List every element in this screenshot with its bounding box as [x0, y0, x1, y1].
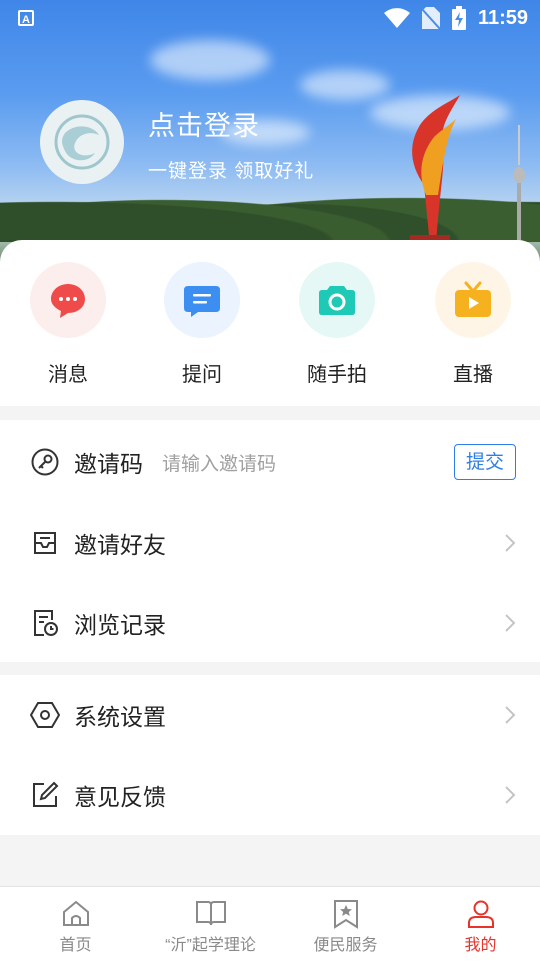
tv-tower-image [513, 125, 525, 245]
chevron-right-icon [505, 614, 516, 632]
chevron-right-icon [505, 706, 516, 724]
quick-actions-card: 消息 提问 随手拍 直播 [0, 240, 540, 406]
key-icon [31, 448, 59, 476]
invite-code-input[interactable]: 请输入邀请码 [162, 449, 276, 476]
tv-icon [455, 281, 491, 317]
tab-label: 我的 [464, 937, 497, 954]
menu-item-label: 邀请好友 [74, 532, 166, 558]
question-icon [184, 286, 220, 317]
login-title[interactable]: 点击登录 [148, 104, 260, 143]
book-icon [195, 901, 226, 926]
no-sim-icon [421, 7, 440, 29]
battery-charging-icon [451, 6, 466, 30]
inbox-icon [34, 532, 56, 554]
profile-header: A 11:59 点击登录 一键登录 领取好礼 [0, 0, 540, 270]
app-notification-icon: A [18, 10, 34, 26]
chevron-right-icon [505, 534, 516, 552]
clock: 11:59 [477, 6, 528, 29]
menu-item-invite-friends[interactable]: 邀请好友 [0, 503, 540, 583]
message-icon [51, 284, 85, 318]
edit-icon [33, 781, 59, 807]
tab-label: 首页 [59, 937, 92, 954]
history-icon [34, 610, 58, 636]
app-logo-icon [54, 114, 110, 170]
menu-item-label: 意见反馈 [74, 784, 166, 810]
chevron-right-icon [505, 786, 516, 804]
status-bar: A 11:59 [0, 0, 540, 36]
bottom-tab-bar: 首页 “沂”起学理论 便民服务 我的 [0, 886, 540, 961]
menu-item-label: 系统设置 [74, 704, 166, 730]
phoenix-sculpture-image [410, 95, 460, 245]
invite-code-label: 邀请码 [74, 451, 143, 477]
login-subtitle[interactable]: 一键登录 领取好礼 [148, 156, 314, 183]
avatar[interactable] [40, 100, 124, 184]
quick-action-label: 直播 [453, 364, 493, 386]
menu-item-settings[interactable]: 系统设置 [0, 675, 540, 755]
quick-action-ask[interactable]: 提问 [142, 262, 262, 387]
quick-action-label: 随手拍 [307, 364, 367, 386]
tab-me[interactable]: 我的 [413, 887, 540, 961]
account-section: 邀请码 请输入邀请码 提交 邀请好友 浏览记录 [0, 420, 540, 662]
menu-item-label: 浏览记录 [74, 612, 166, 638]
quick-action-live[interactable]: 直播 [413, 262, 533, 387]
user-icon [467, 900, 494, 928]
tab-services[interactable]: 便民服务 [278, 887, 413, 961]
quick-action-label: 提问 [182, 364, 222, 386]
menu-item-history[interactable]: 浏览记录 [0, 583, 540, 663]
tab-label: “沂”起学理论 [165, 937, 256, 954]
submit-button[interactable]: 提交 [454, 444, 516, 480]
menu-item-feedback[interactable]: 意见反馈 [0, 755, 540, 835]
wifi-icon [383, 8, 410, 28]
invite-code-row: 邀请码 请输入邀请码 提交 [0, 422, 540, 502]
tab-label: 便民服务 [313, 937, 378, 954]
home-icon [62, 900, 89, 926]
tab-home[interactable]: 首页 [8, 887, 143, 961]
settings-hexagon-icon [30, 702, 60, 728]
camera-icon [319, 286, 355, 315]
tab-theory[interactable]: “沂”起学理论 [143, 887, 278, 961]
quick-action-messages[interactable]: 消息 [8, 262, 128, 387]
star-bookmark-icon [333, 900, 358, 929]
quick-action-label: 消息 [48, 364, 88, 386]
settings-section: 系统设置 意见反馈 [0, 675, 540, 835]
quick-action-snapshot[interactable]: 随手拍 [277, 262, 397, 387]
